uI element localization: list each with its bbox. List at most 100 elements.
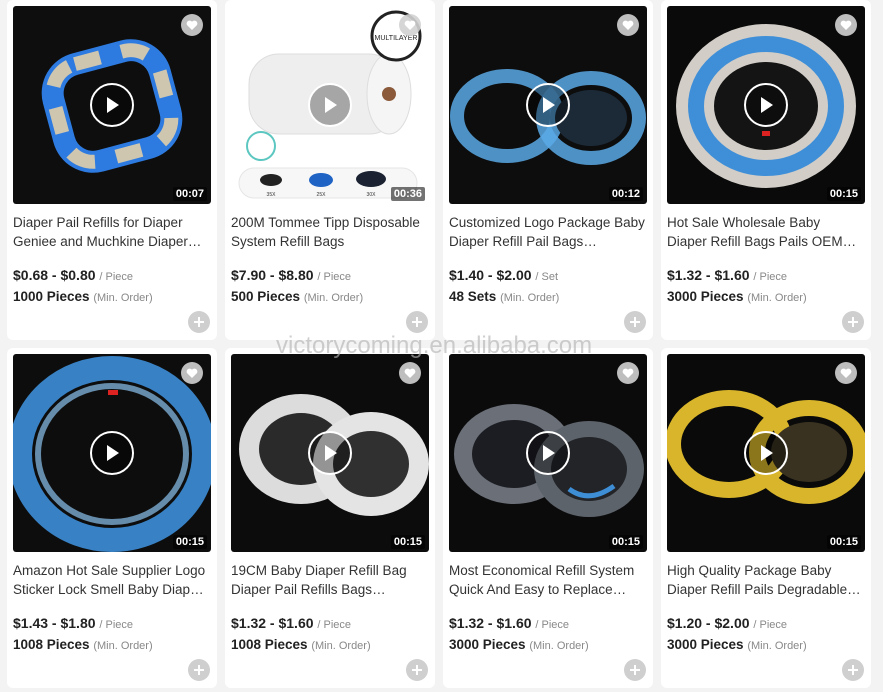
multilayer-badge: MULTILAYER <box>375 35 418 42</box>
add-to-compare-icon[interactable] <box>624 311 646 333</box>
play-video-icon[interactable] <box>90 83 134 127</box>
favorite-heart-icon[interactable] <box>835 362 857 384</box>
min-order-label: (Min. Order) <box>303 292 364 304</box>
play-video-icon[interactable] <box>526 431 570 475</box>
price-range: $1.43 - $1.80 / Piece <box>13 615 133 631</box>
product-title[interactable]: 200M Tommee Tipp Disposable System Refil… <box>231 213 427 251</box>
min-order-value: 1008 Pieces <box>231 637 308 652</box>
price-unit: / Piece <box>753 271 788 283</box>
product-card[interactable]: MULTILAYER 35X 25X 30X 00:36 200M Tommee… <box>225 0 435 340</box>
min-order: 3000 Pieces (Min. Order) <box>449 637 589 652</box>
product-card[interactable]: 00:07 Diaper Pail Refills for Diaper Gen… <box>7 0 217 340</box>
min-order-value: 1000 Pieces <box>13 289 90 304</box>
product-title[interactable]: Customized Logo Package Baby Diaper Refi… <box>449 213 645 251</box>
price-unit: / Piece <box>753 619 788 631</box>
video-duration: 00:36 <box>390 187 425 201</box>
price-value: $1.32 - $1.60 <box>231 615 314 631</box>
price-range: $1.32 - $1.60 / Piece <box>449 615 569 631</box>
product-thumbnail[interactable]: 00:15 <box>231 354 429 552</box>
add-to-compare-icon[interactable] <box>188 311 210 333</box>
min-order-label: (Min. Order) <box>93 292 153 304</box>
product-title[interactable]: 19CM Baby Diaper Refill Bag Diaper Pail … <box>231 561 427 599</box>
play-video-icon[interactable] <box>90 431 134 475</box>
favorite-heart-icon[interactable] <box>835 14 857 36</box>
min-order: 1000 Pieces (Min. Order) <box>13 289 153 304</box>
size-label: 25X <box>317 192 327 198</box>
price-value: $1.32 - $1.60 <box>667 267 750 283</box>
product-card[interactable]: 00:15 Amazon Hot Sale Supplier Logo Stic… <box>7 348 217 688</box>
min-order-value: 3000 Pieces <box>667 289 744 304</box>
price-range: $1.32 - $1.60 / Piece <box>667 267 787 283</box>
play-video-icon[interactable] <box>744 431 788 475</box>
product-card[interactable]: 00:15 Hot Sale Wholesale Baby Diaper Ref… <box>661 0 871 340</box>
video-duration: 00:15 <box>826 187 861 201</box>
price-unit: / Piece <box>535 619 570 631</box>
add-to-compare-icon[interactable] <box>842 659 864 681</box>
price-value: $1.43 - $1.80 <box>13 615 96 631</box>
add-to-compare-icon[interactable] <box>624 659 646 681</box>
price-range: $1.40 - $2.00 / Set <box>449 267 558 283</box>
min-order-label: (Min. Order) <box>747 640 807 652</box>
product-title[interactable]: High Quality Package Baby Diaper Refill … <box>667 561 863 599</box>
price-value: $1.20 - $2.00 <box>667 615 750 631</box>
min-order-label: (Min. Order) <box>529 640 589 652</box>
add-to-compare-icon[interactable] <box>842 311 864 333</box>
min-order-value: 3000 Pieces <box>449 637 526 652</box>
favorite-heart-icon[interactable] <box>399 14 421 36</box>
min-order-value: 500 Pieces <box>231 289 301 304</box>
min-order: 3000 Pieces (Min. Order) <box>667 637 807 652</box>
video-duration: 00:15 <box>390 535 425 549</box>
product-thumbnail[interactable]: 00:15 <box>449 354 647 552</box>
add-to-compare-icon[interactable] <box>406 311 428 333</box>
favorite-heart-icon[interactable] <box>617 14 639 36</box>
min-order: 1008 Pieces (Min. Order) <box>231 637 371 652</box>
min-order-label: (Min. Order) <box>500 292 560 304</box>
product-thumbnail[interactable]: MULTILAYER 35X 25X 30X 00:36 <box>231 6 429 204</box>
min-order: 48 Sets (Min. Order) <box>449 289 559 304</box>
play-video-icon[interactable] <box>526 83 570 127</box>
price-range: $0.68 - $0.80 / Piece <box>13 267 133 283</box>
price-range: $7.90 - $8.80 / Piece <box>231 267 351 283</box>
product-thumbnail[interactable]: 00:07 <box>13 6 211 204</box>
price-range: $1.32 - $1.60 / Piece <box>231 615 351 631</box>
min-order-label: (Min. Order) <box>311 640 371 652</box>
product-thumbnail[interactable]: 00:15 <box>667 354 865 552</box>
product-title[interactable]: Most Economical Refill System Quick And … <box>449 561 645 599</box>
min-order: 1008 Pieces (Min. Order) <box>13 637 153 652</box>
min-order-value: 48 Sets <box>449 289 497 304</box>
favorite-heart-icon[interactable] <box>181 362 203 384</box>
favorite-heart-icon[interactable] <box>399 362 421 384</box>
play-video-icon[interactable] <box>308 431 352 475</box>
price-value: $0.68 - $0.80 <box>13 267 96 283</box>
product-title[interactable]: Hot Sale Wholesale Baby Diaper Refill Ba… <box>667 213 863 251</box>
add-to-compare-icon[interactable] <box>188 659 210 681</box>
price-range: $1.20 - $2.00 / Piece <box>667 615 787 631</box>
product-card[interactable]: 00:12 Customized Logo Package Baby Diape… <box>443 0 653 340</box>
favorite-heart-icon[interactable] <box>617 362 639 384</box>
product-card[interactable]: 00:15 Most Economical Refill System Quic… <box>443 348 653 688</box>
product-grid: 00:07 Diaper Pail Refills for Diaper Gen… <box>7 0 871 688</box>
min-order: 3000 Pieces (Min. Order) <box>667 289 807 304</box>
video-duration: 00:15 <box>172 535 207 549</box>
product-card[interactable]: 00:15 High Quality Package Baby Diaper R… <box>661 348 871 688</box>
price-unit: / Piece <box>99 271 134 283</box>
product-card[interactable]: 00:15 19CM Baby Diaper Refill Bag Diaper… <box>225 348 435 688</box>
video-duration: 00:15 <box>826 535 861 549</box>
price-unit: / Set <box>535 271 559 283</box>
product-thumbnail[interactable]: 00:15 <box>13 354 211 552</box>
min-order: 500 Pieces (Min. Order) <box>231 289 363 304</box>
video-duration: 00:12 <box>608 187 643 201</box>
add-to-compare-icon[interactable] <box>406 659 428 681</box>
price-unit: / Piece <box>99 619 134 631</box>
video-duration: 00:15 <box>608 535 643 549</box>
product-thumbnail[interactable]: 00:15 <box>667 6 865 204</box>
play-video-icon[interactable] <box>744 83 788 127</box>
min-order-value: 1008 Pieces <box>13 637 90 652</box>
min-order-label: (Min. Order) <box>747 292 807 304</box>
product-title[interactable]: Amazon Hot Sale Supplier Logo Sticker Lo… <box>13 561 209 599</box>
product-title[interactable]: Diaper Pail Refills for Diaper Geniee an… <box>13 213 209 251</box>
product-thumbnail[interactable]: 00:12 <box>449 6 647 204</box>
favorite-heart-icon[interactable] <box>181 14 203 36</box>
price-value: $1.40 - $2.00 <box>449 267 532 283</box>
play-video-icon[interactable] <box>308 83 352 127</box>
